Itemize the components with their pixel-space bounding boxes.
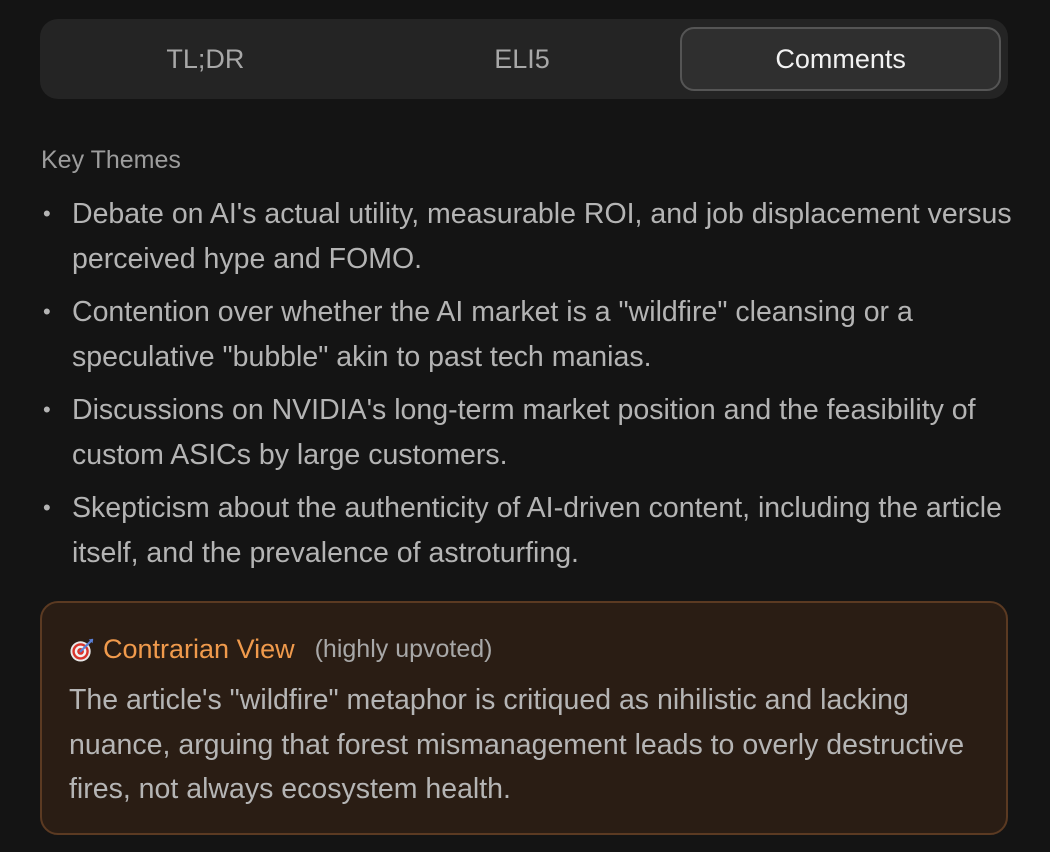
bullet-icon: • [43,397,51,422]
bullet-icon: • [43,495,51,520]
tab-eli5[interactable]: ELI5 [364,27,681,91]
callout-header: Contrarian View (highly upvoted) [69,631,978,667]
list-item: • Discussions on NVIDIA's long-term mark… [40,388,1015,477]
callout-title: Contrarian View [103,633,295,664]
list-item-text: Discussions on NVIDIA's long-term market… [72,394,976,471]
view-tabs: TL;DR ELI5 Comments [40,19,1008,99]
list-item: • Debate on AI's actual utility, measura… [40,192,1015,281]
list-item: • Skepticism about the authenticity of A… [40,486,1015,575]
section-title: Key Themes [41,146,181,174]
tab-tldr[interactable]: TL;DR [47,27,364,91]
list-item-text: Skepticism about the authenticity of AI-… [72,492,1002,569]
callout-body: The article's "wildfire" metaphor is cri… [69,684,965,805]
bullet-icon: • [43,299,51,324]
callout-subtitle: (highly upvoted) [314,634,493,663]
list-item: • Contention over whether the AI market … [40,290,1015,379]
bullet-icon: • [43,201,51,226]
list-item-text: Contention over whether the AI market is… [72,296,913,373]
contrarian-view-callout: Contrarian View (highly upvoted) The art… [40,601,1008,835]
target-icon [70,638,94,662]
comments-summary-panel: TL;DR ELI5 Comments Key Themes • Debate … [0,0,1050,852]
list-item-text: Debate on AI's actual utility, measurabl… [72,198,1012,275]
key-themes-list: • Debate on AI's actual utility, measura… [40,192,1015,584]
tab-comments[interactable]: Comments [680,27,1002,91]
